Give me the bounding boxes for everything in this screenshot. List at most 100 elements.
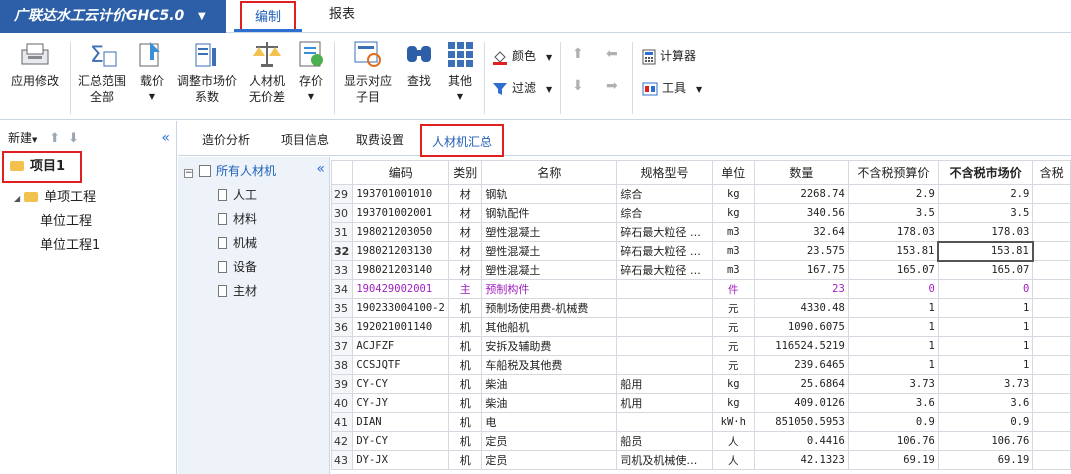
tools-button[interactable]: 工具 ▼ — [642, 78, 702, 98]
category-cell[interactable]: 机 — [448, 412, 483, 432]
code-cell[interactable]: 192021001140 — [352, 317, 450, 337]
name-cell[interactable]: 其他船机 — [481, 317, 618, 337]
quantity-cell[interactable]: 42.1323 — [753, 450, 849, 470]
category-cell[interactable]: 机 — [448, 374, 483, 394]
tax-included-cell[interactable] — [1032, 412, 1071, 432]
tree-node-material[interactable]: 材料 — [218, 209, 257, 229]
quantity-cell[interactable]: 1090.6075 — [753, 317, 849, 337]
tax-included-cell[interactable] — [1032, 431, 1071, 451]
quantity-cell[interactable]: 0.4416 — [753, 431, 849, 451]
tab-cost-analysis[interactable]: 造价分析 — [186, 124, 266, 156]
quantity-cell[interactable]: 116524.5219 — [753, 336, 849, 356]
unit-cell[interactable]: 元 — [711, 317, 755, 337]
name-cell[interactable]: 车船税及其他费 — [481, 355, 618, 375]
category-cell[interactable]: 材 — [448, 241, 483, 261]
unit-cell[interactable]: m3 — [711, 241, 755, 261]
name-cell[interactable]: 安拆及辅助费 — [481, 336, 618, 356]
code-cell[interactable]: ACJFZF — [352, 336, 450, 356]
name-cell[interactable]: 预制构件 — [481, 279, 618, 299]
tab-material-summary[interactable]: 人材机汇总 — [420, 124, 504, 157]
row-number-cell[interactable]: 39 — [331, 374, 354, 394]
unit-cell[interactable]: m3 — [711, 260, 755, 280]
quantity-cell[interactable]: 25.6864 — [753, 374, 849, 394]
row-number-cell[interactable]: 38 — [331, 355, 354, 375]
budget-price-cell[interactable]: 3.6 — [847, 393, 939, 413]
move-right-icon[interactable]: ➡ — [606, 78, 618, 94]
spec-cell[interactable]: 综合 — [616, 203, 713, 223]
code-cell[interactable]: 193701002001 — [352, 203, 450, 223]
color-button[interactable]: 颜色 ▼ — [492, 46, 552, 66]
table-row[interactable]: 31 198021203050 材塑性混凝土 碎石最大粒径 … m3 32.64 178.0… — [331, 222, 1071, 242]
table-row[interactable]: 39 CY-CY 机柴油 船用 kg 25.6864 3.73 3.73 — [331, 374, 1071, 394]
move-down-icon[interactable]: ⬇ — [68, 131, 79, 146]
save-price-button[interactable]: 存价 ▼ — [294, 38, 328, 105]
name-cell[interactable]: 柴油 — [481, 393, 618, 413]
name-cell[interactable]: 定员 — [481, 431, 618, 451]
spec-cell[interactable]: 机用 — [616, 393, 713, 413]
filter-button[interactable]: 过滤 ▼ — [492, 78, 552, 98]
category-cell[interactable]: 机 — [448, 431, 483, 451]
market-price-cell[interactable]: 3.6 — [937, 393, 1034, 413]
category-cell[interactable]: 机 — [448, 317, 483, 337]
unit-cell[interactable]: 人 — [711, 450, 755, 470]
quantity-cell[interactable]: 4330.48 — [753, 298, 849, 318]
category-cell[interactable]: 主 — [448, 279, 483, 299]
market-price-cell[interactable]: 0.9 — [937, 412, 1034, 432]
quantity-cell[interactable]: 409.0126 — [753, 393, 849, 413]
code-cell[interactable]: 198021203050 — [352, 222, 450, 242]
other-button[interactable]: 其他 ▼ — [442, 38, 478, 105]
tax-included-cell[interactable] — [1032, 393, 1071, 413]
market-price-cell[interactable]: 2.9 — [937, 184, 1034, 204]
name-cell[interactable]: 电 — [481, 412, 618, 432]
category-cell[interactable]: 材 — [448, 260, 483, 280]
budget-price-cell[interactable]: 1 — [847, 298, 939, 318]
tax-included-cell[interactable] — [1032, 222, 1071, 242]
move-left-icon[interactable]: ⬅ — [606, 46, 618, 62]
column-header-category[interactable]: 类别 — [448, 160, 483, 185]
budget-price-cell[interactable]: 0 — [847, 279, 939, 299]
unit-cell[interactable]: 元 — [711, 298, 755, 318]
table-row[interactable]: 42 DY-CY 机定员 船员人 0.4416 106.76 106.76 — [331, 431, 1071, 451]
budget-price-cell[interactable]: 106.76 — [847, 431, 939, 451]
category-cell[interactable]: 材 — [448, 184, 483, 204]
quantity-cell[interactable]: 23.575 — [753, 241, 849, 261]
name-cell[interactable]: 柴油 — [481, 374, 618, 394]
code-cell[interactable]: CCSJQTF — [352, 355, 450, 375]
row-number-cell[interactable]: 42 — [331, 431, 354, 451]
name-cell[interactable]: 塑性混凝土 — [481, 260, 618, 280]
spec-cell[interactable]: 碎石最大粒径 … — [616, 222, 713, 242]
summary-range-button[interactable]: Σ 汇总范围 全部 — [76, 38, 128, 105]
tree-node-main-material[interactable]: 主材 — [218, 281, 257, 301]
tax-included-cell[interactable] — [1032, 279, 1071, 299]
spec-cell[interactable]: 司机及机械使… — [616, 450, 713, 470]
spec-cell[interactable]: 碎石最大粒径 … — [616, 260, 713, 280]
table-row[interactable]: 43 DY-JX 机定员 司机及机械使… 人 42.1323 69.19 69.19 — [331, 450, 1071, 470]
budget-price-cell[interactable]: 1 — [847, 355, 939, 375]
column-header-budget-price[interactable]: 不含税预算价 — [847, 160, 939, 185]
market-price-cell[interactable]: 178.03 — [937, 222, 1034, 242]
code-cell[interactable]: CY-CY — [352, 374, 450, 394]
collapse-box-icon[interactable]: − — [184, 169, 193, 178]
unit-cell[interactable]: kg — [711, 184, 755, 204]
budget-price-cell[interactable]: 69.19 — [847, 450, 939, 470]
row-number-cell[interactable]: 43 — [331, 450, 354, 470]
tree-node-unit[interactable]: 单位工程 — [40, 211, 92, 233]
row-number-cell[interactable]: 30 — [331, 203, 354, 223]
column-header-code[interactable]: 编码 — [352, 160, 450, 185]
unit-cell[interactable]: kg — [711, 393, 755, 413]
code-cell[interactable]: 198021203130 — [352, 241, 450, 261]
code-cell[interactable]: CY-JY — [352, 393, 450, 413]
category-cell[interactable]: 机 — [448, 336, 483, 356]
category-cell[interactable]: 机 — [448, 298, 483, 318]
tree-node-labor[interactable]: 人工 — [218, 185, 257, 205]
row-number-cell[interactable]: 33 — [331, 260, 354, 280]
quantity-cell[interactable]: 167.75 — [753, 260, 849, 280]
spec-cell[interactable] — [616, 355, 713, 375]
spec-cell[interactable] — [616, 412, 713, 432]
table-row[interactable]: 33 198021203140 材塑性混凝土 碎石最大粒径 … m3 167.75 165.… — [331, 260, 1071, 280]
column-header-spec[interactable]: 规格型号 — [616, 160, 713, 185]
find-button[interactable]: 查找 — [402, 38, 436, 89]
budget-price-cell[interactable]: 153.81 — [847, 241, 939, 261]
category-cell[interactable]: 机 — [448, 393, 483, 413]
market-price-cell[interactable]: 0 — [937, 279, 1034, 299]
